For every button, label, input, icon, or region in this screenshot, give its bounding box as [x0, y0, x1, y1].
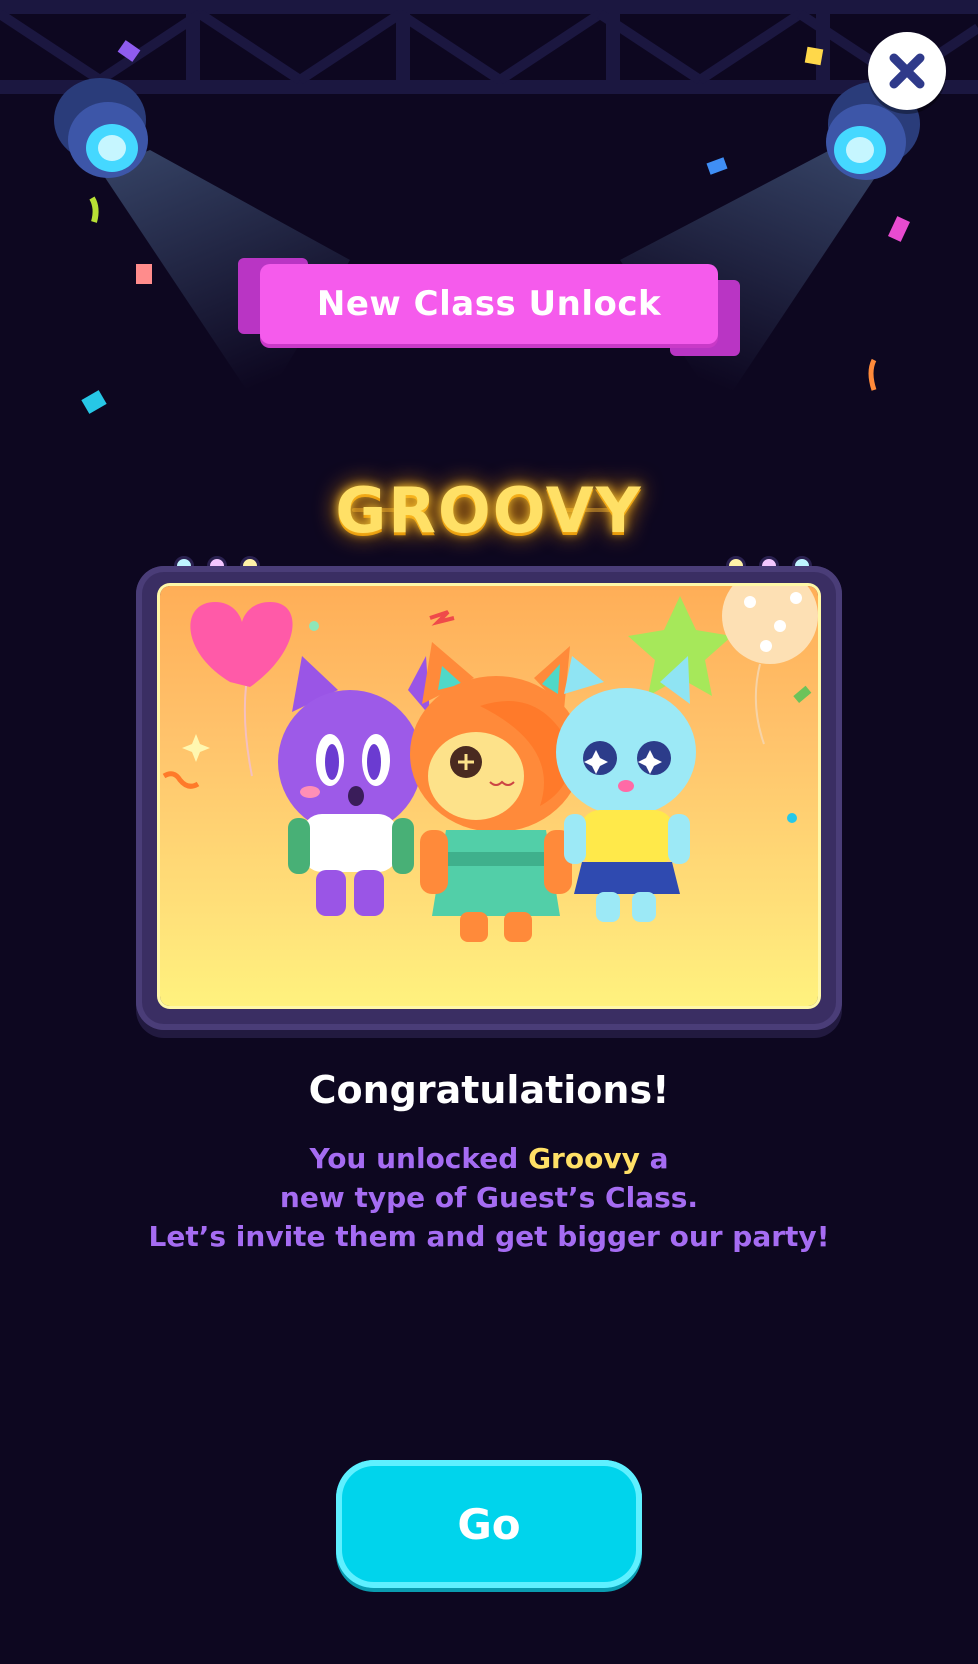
- banner-title: New Class Unlock: [316, 284, 662, 324]
- go-button-label: Go: [457, 1499, 521, 1549]
- new-class-banner: New Class Unlock: [238, 254, 740, 358]
- confetti-piece: [81, 390, 107, 414]
- banner-ribbon: New Class Unlock: [260, 264, 718, 344]
- confetti-piece: [136, 264, 152, 284]
- unlock-screen: New Class Unlock GROOVY Congratulations!…: [0, 0, 978, 1664]
- unlock-message-line-1: You unlocked Groovy a: [0, 1142, 978, 1175]
- purple-cat-character: [278, 656, 430, 916]
- unlock-message-line-2: new type of Guest’s Class.: [279, 1181, 699, 1214]
- polka-balloon-icon: [722, 586, 818, 745]
- guest-characters-illustration: [162, 586, 818, 942]
- congratulations-heading: Congratulations!: [308, 1068, 670, 1112]
- orange-cat-character: [410, 642, 582, 942]
- close-button[interactable]: [868, 32, 946, 110]
- confetti-piece: [804, 46, 824, 66]
- confetti-piece: [888, 216, 910, 242]
- confetti-piece: [868, 358, 877, 391]
- confetti-piece: [89, 196, 99, 223]
- confetti-piece: [117, 40, 141, 62]
- blue-cat-character: [556, 656, 696, 922]
- confetti-piece: [706, 157, 728, 175]
- class-preview-frame: [136, 566, 842, 1030]
- unlock-message-line-3: Let’s invite them and get bigger our par…: [148, 1220, 830, 1253]
- class-preview-image: [160, 586, 818, 1006]
- heart-balloon-icon: [190, 602, 293, 777]
- class-name-highlight: Groovy: [528, 1142, 640, 1175]
- go-button[interactable]: Go: [336, 1460, 642, 1588]
- class-title: GROOVY: [335, 474, 643, 547]
- close-icon: [889, 53, 925, 89]
- message-text: a: [639, 1142, 669, 1175]
- message-text: You unlocked: [309, 1142, 529, 1175]
